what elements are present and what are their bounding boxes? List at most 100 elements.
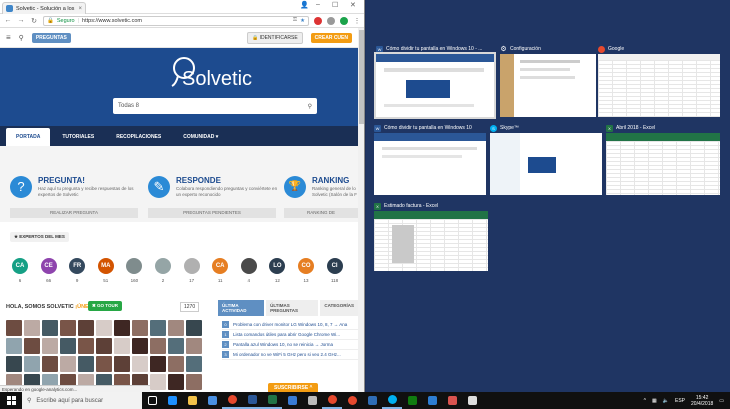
menu-kebab-icon[interactable]: ⋮ [353,17,361,25]
expert-avatar[interactable]: CA [212,258,229,274]
member-avatar[interactable] [78,338,94,354]
member-avatar[interactable] [60,320,76,336]
taskbar-chrome-icon[interactable] [222,392,242,409]
member-avatar[interactable] [150,320,166,336]
extension-gray-icon[interactable] [327,16,335,25]
expert-avatar[interactable] [155,258,171,274]
taskbar-xbox-icon[interactable] [402,392,422,409]
extension-red-icon[interactable] [314,16,322,25]
list-item[interactable]: 3 Mi ordenador no ve WiFi 5 GHz pero si v… [222,350,358,360]
member-avatar[interactable] [24,320,40,336]
taskbar-task-view-icon[interactable] [142,392,162,409]
member-avatar[interactable] [96,320,112,336]
expert-avatar[interactable] [183,258,200,274]
preguntas-pendientes-button[interactable]: PREGUNTAS PENDIENTES [148,208,276,218]
member-avatar[interactable] [42,320,58,336]
nav-portada[interactable]: PORTADA [6,128,51,146]
preguntas-button[interactable]: PREGUNTAS [31,32,71,43]
member-avatar[interactable] [150,374,166,390]
realizar-pregunta-button[interactable]: REALIZAR PREGUNTA [10,208,138,218]
list-item[interactable]: 0 Problema con driver monitor LG Windows … [222,320,358,330]
clock[interactable]: 15:42 20/4/2018 [691,395,713,407]
member-avatar[interactable] [132,338,148,354]
taskbar-chrome2-icon[interactable] [322,392,342,409]
nav-recopilaciones[interactable]: RECOPILACIONES [106,128,171,146]
close-window-icon[interactable]: ✕ [350,1,356,9]
member-avatar[interactable] [186,374,202,390]
taskbar-paint-icon[interactable] [442,392,462,409]
scrollbar-thumb[interactable] [359,30,364,124]
window-thumbnail-word-2[interactable]: W Cómo dividir tu pantalla en Windows 10 [374,123,486,195]
window-thumbnail-word-1[interactable]: W Cómo dividir tu pantalla en Windows 10 … [374,44,496,119]
taskbar-search-input[interactable]: ⚲ Escribe aquí para buscar [22,392,142,409]
volume-icon[interactable]: 🔈 [663,398,669,404]
taskbar-word-icon[interactable] [242,392,262,409]
chevron-up-icon[interactable]: ^ [644,398,646,404]
taskbar-store-icon[interactable] [202,392,222,409]
expert-avatar[interactable]: CO [298,258,314,274]
taskbar-excel-icon[interactable] [262,392,282,409]
bookmark-star-icon[interactable]: ★ [300,18,305,24]
window-thumbnail-skype[interactable]: S Skype™ [490,123,602,195]
member-avatar[interactable] [96,338,112,354]
close-tab-icon[interactable]: × [78,6,82,12]
member-avatar[interactable] [78,320,94,336]
member-avatar[interactable] [42,338,58,354]
taskbar-chrome3-icon[interactable] [342,392,362,409]
hamburger-menu-icon[interactable]: ≡ [6,33,11,42]
member-avatar[interactable] [168,374,184,390]
minimize-icon[interactable]: – [316,1,320,8]
window-thumbnail-google[interactable]: Google [598,44,720,117]
taskbar-explorer-icon[interactable] [182,392,202,409]
taskbar-vm-icon[interactable] [362,392,382,409]
subscribe-button[interactable]: SUSCRIBIRSE ^ [268,383,319,392]
member-avatar[interactable] [150,356,166,372]
member-avatar[interactable] [114,338,130,354]
nav-comunidad[interactable]: COMUNIDAD ▾ [173,128,228,146]
member-avatar[interactable] [114,320,130,336]
taskbar-mail-icon[interactable] [282,392,302,409]
identify-button[interactable]: 🔒 IDENTIFICARSE [246,31,303,44]
taskbar-photos-icon[interactable] [422,392,442,409]
member-avatar[interactable] [6,320,22,336]
language-indicator[interactable]: ESP [675,398,685,404]
member-avatar[interactable] [132,320,148,336]
member-avatar[interactable] [24,338,40,354]
list-item[interactable]: 1 Lista comandos útiles para abrir Google… [222,330,358,340]
go-tour-button[interactable]: ✖ GO TOUR [88,301,122,311]
url-bar[interactable]: 🔒 Seguro | https://www.solvetic.com ⚿ ★ [43,15,309,26]
extension-green-icon[interactable] [340,16,348,25]
member-avatar[interactable] [60,338,76,354]
key-icon[interactable]: ⚿ [293,17,297,24]
member-avatar[interactable] [168,356,184,372]
site-search-icon[interactable]: ⚲ [19,34,24,42]
ranking-button[interactable]: RANKING DE [284,208,358,218]
hero-search-input[interactable]: Todas 8 ⚲ [113,98,317,114]
window-thumbnail-settings[interactable]: ⚙ Configuración [500,44,596,117]
search-icon[interactable]: ⚲ [308,103,312,110]
expert-avatar[interactable] [126,258,143,274]
create-account-button[interactable]: CREAR CUEN [310,32,352,43]
member-avatar[interactable] [60,356,76,372]
member-avatar[interactable] [168,338,184,354]
maximize-icon[interactable]: ☐ [332,1,338,9]
page-scrollbar[interactable] [358,28,364,392]
taskbar-edge-icon[interactable] [162,392,182,409]
member-avatar[interactable] [132,356,148,372]
expert-avatar[interactable]: FR [69,258,86,274]
expert-avatar[interactable]: LO [269,258,286,274]
member-avatar[interactable] [150,338,166,354]
member-avatar[interactable] [114,356,130,372]
tab-categorias[interactable]: CATEGORÍAS [320,300,358,316]
member-avatar[interactable] [186,320,202,336]
expert-avatar[interactable]: CI [326,258,343,274]
nav-tutoriales[interactable]: TUTORIALES [52,128,104,146]
notifications-icon[interactable]: ▭ [719,398,724,404]
member-avatar[interactable] [6,356,22,372]
browser-tab[interactable]: Solvetic - Solución a los ... × [2,2,86,14]
forward-arrow-icon[interactable]: → [17,17,25,24]
taskbar-skype-icon[interactable] [382,392,402,409]
back-arrow-icon[interactable]: ← [4,17,12,24]
tab-ultima-actividad[interactable]: ÚLTIMA ACTIVIDAD [218,300,265,316]
network-icon[interactable]: ▦ [652,398,657,404]
